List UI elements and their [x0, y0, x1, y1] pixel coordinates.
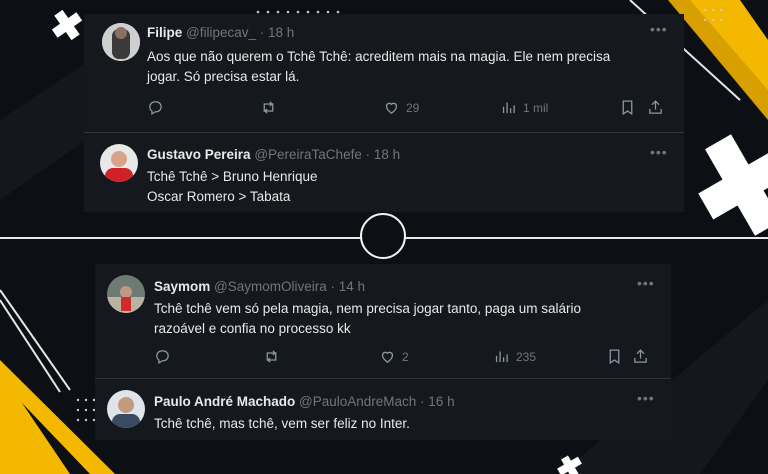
tweet-text-line: Tchê tchê, mas tchê, vem ser feliz no In…	[154, 416, 410, 431]
tweet-text-line: Tchê tchê vem só pela magia, nem precisa…	[154, 301, 581, 316]
avatar[interactable]	[102, 23, 140, 61]
view-count: 235	[516, 349, 537, 364]
top-thread-card: Filipe @filipecav_ · 18 h ••• Aos que nã…	[84, 14, 684, 212]
share-button[interactable]	[632, 348, 649, 365]
bookmark-button[interactable]	[606, 348, 623, 365]
reply-icon	[149, 101, 162, 116]
tweet-actions: 2 235	[154, 348, 654, 368]
handle-time[interactable]: @SaymomOliveira · 14 h	[214, 279, 365, 294]
tweet-header: Filipe @filipecav_ · 18 h	[147, 25, 294, 40]
display-name[interactable]: Gustavo Pereira	[147, 147, 251, 162]
bookmark-icon	[609, 349, 620, 365]
tweet-text-line: razoável e confia no processo kk	[154, 321, 351, 336]
display-name[interactable]: Saymom	[154, 279, 210, 294]
bookmark-button[interactable]	[619, 99, 636, 116]
retweet-button[interactable]	[260, 99, 277, 116]
tweet-separator	[84, 132, 684, 133]
tweet-text: Tchê Tchê > Bruno Henrique Oscar Romero …	[147, 167, 667, 207]
share-icon	[649, 100, 662, 114]
tweet-text: Tchê tchê, mas tchê, vem ser feliz no In…	[154, 414, 654, 434]
views-chart-icon	[502, 102, 515, 114]
like-button[interactable]: 29	[383, 99, 419, 116]
more-dots-icon[interactable]: •••	[637, 390, 655, 406]
handle-time[interactable]: @filipecav_ · 18 h	[186, 25, 294, 40]
bookmark-icon	[622, 100, 633, 116]
tweet-text-line: Oscar Romero > Tabata	[147, 189, 291, 204]
more-dots-icon[interactable]: •••	[650, 144, 668, 160]
share-button[interactable]	[647, 99, 664, 116]
views-button[interactable]: 235	[493, 348, 536, 365]
handle-time[interactable]: @PauloAndreMach · 16 h	[299, 394, 455, 409]
share-icon	[634, 349, 647, 363]
retweet-icon	[263, 101, 274, 114]
views-button[interactable]: 1 mil	[500, 99, 548, 116]
display-name[interactable]: Paulo André Machado	[154, 394, 295, 409]
tweet-header: Saymom @SaymomOliveira · 14 h	[154, 279, 365, 294]
divider-circle	[360, 213, 406, 259]
avatar-photo	[107, 275, 145, 313]
avatar-photo	[102, 23, 140, 61]
retweet-icon	[266, 350, 277, 363]
display-name[interactable]: Filipe	[147, 25, 182, 40]
tweet-text-line: Aos que não querem o Tchê Tchê: acredite…	[147, 49, 611, 64]
handle-time[interactable]: @PereiraTaChefe · 18 h	[254, 147, 400, 162]
avatar[interactable]	[107, 390, 145, 428]
views-chart-icon	[495, 351, 508, 363]
tweet-text: Tchê tchê vem só pela magia, nem precisa…	[154, 299, 654, 339]
retweet-button[interactable]	[263, 348, 280, 365]
heart-icon	[385, 102, 398, 114]
avatar-photo	[100, 144, 138, 182]
tweet-text-line: Tchê Tchê > Bruno Henrique	[147, 169, 318, 184]
tweet-text: Aos que não querem o Tchê Tchê: acredite…	[147, 47, 667, 87]
view-count: 1 mil	[523, 100, 549, 115]
like-button[interactable]: 2	[379, 348, 409, 365]
avatar-photo	[107, 390, 145, 428]
tweet-text-line: jogar. Só precisa estar lá.	[147, 69, 300, 84]
tweet-separator	[95, 378, 671, 379]
like-count: 2	[402, 349, 409, 364]
like-count: 29	[406, 100, 420, 115]
bottom-thread-card: Saymom @SaymomOliveira · 14 h ••• Tchê t…	[95, 264, 671, 440]
avatar[interactable]	[100, 144, 138, 182]
tweet-header: Gustavo Pereira @PereiraTaChefe · 18 h	[147, 147, 400, 162]
reply-button[interactable]	[147, 99, 164, 116]
heart-icon	[381, 351, 394, 363]
more-dots-icon[interactable]: •••	[637, 275, 655, 291]
avatar[interactable]	[107, 275, 145, 313]
reply-button[interactable]	[154, 348, 171, 365]
tweet-actions: 29 1 mil	[147, 99, 667, 119]
more-dots-icon[interactable]: •••	[650, 21, 668, 37]
tweet-header: Paulo André Machado @PauloAndreMach · 16…	[154, 394, 455, 409]
reply-icon	[156, 350, 169, 365]
